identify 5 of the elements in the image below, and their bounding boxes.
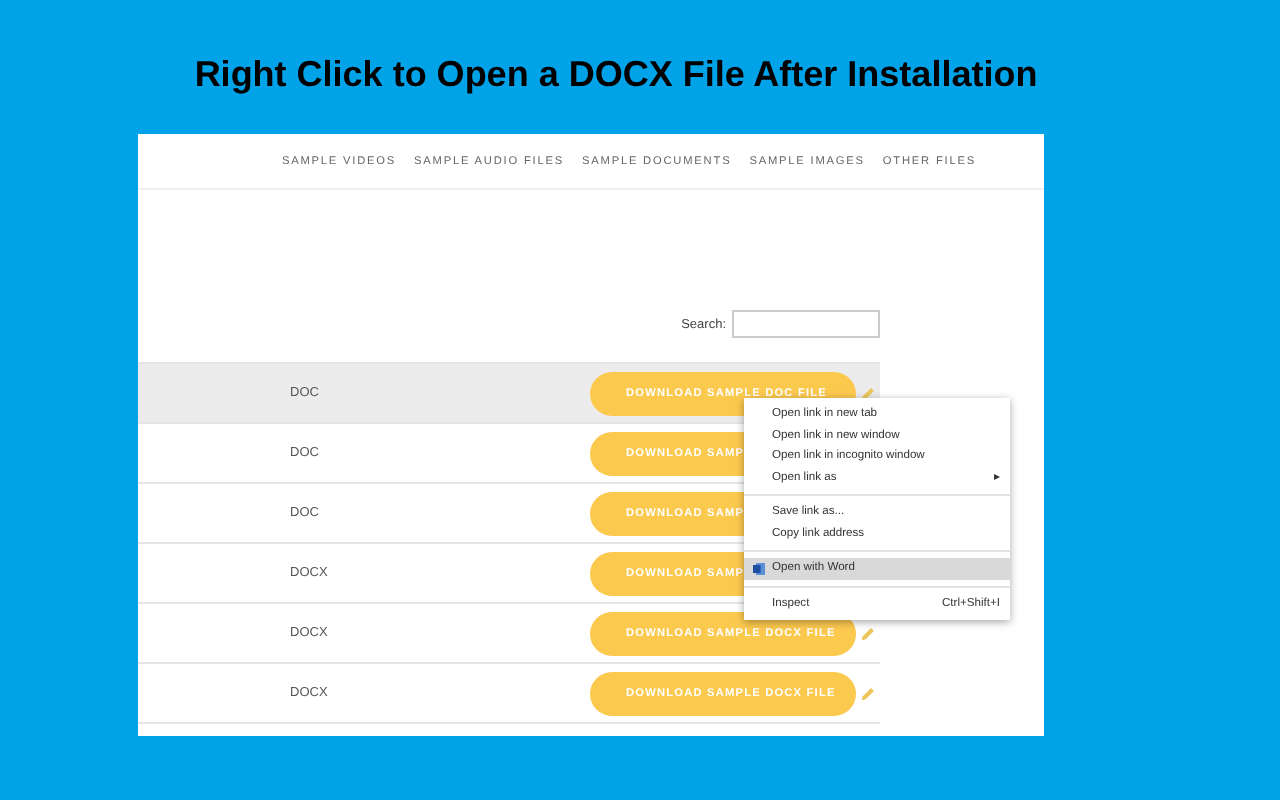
pencil-icon[interactable]: [860, 625, 876, 641]
headline: Right Click to Open a DOCX File After Installation: [192, 54, 1040, 98]
search-field[interactable]: [732, 310, 880, 338]
pencil-icon[interactable]: [860, 685, 876, 701]
document-icon: [751, 561, 765, 576]
